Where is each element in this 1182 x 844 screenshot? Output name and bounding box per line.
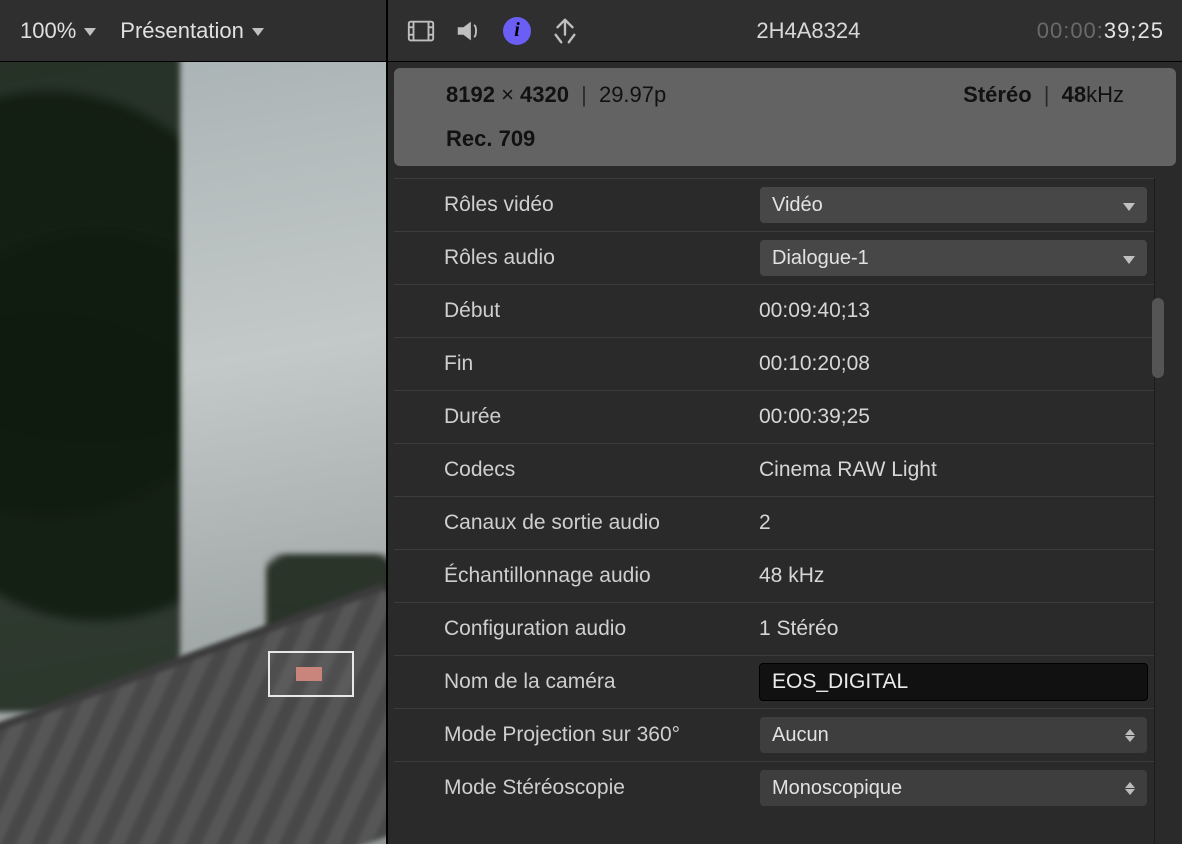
label-proj360: Mode Projection sur 360° (394, 723, 749, 747)
summary-res-h: 4320 (520, 82, 569, 107)
value-codecs: Cinema RAW Light (749, 458, 1154, 482)
value-stereo: Monoscopique (772, 777, 902, 800)
stepper-icon (1125, 782, 1135, 795)
value-start: 00:09:40;13 (749, 299, 1154, 323)
label-end: Fin (394, 352, 749, 376)
label-camera: Nom de la caméra (394, 670, 749, 694)
row-duration: Durée 00:00:39;25 (394, 390, 1154, 443)
format-summary-line1: 8192 × 4320 | 29.97p Stéréo | 48kHz (446, 82, 1124, 108)
app-root: 100% Présentation i (0, 0, 1182, 844)
label-codecs: Codecs (394, 458, 749, 482)
scrollbar-thumb[interactable] (1152, 298, 1164, 378)
value-camera: EOS_DIGITAL (772, 670, 908, 694)
summary-fps: 29.97p (599, 82, 666, 107)
summary-audio-layout: Stéréo (963, 82, 1031, 107)
info-icon: i (503, 17, 531, 45)
label-start: Début (394, 299, 749, 323)
clip-duration: 00:00:39;25 (1037, 18, 1164, 44)
value-audio-roles: Dialogue-1 (772, 247, 869, 270)
viewer-panel: 100% Présentation (0, 0, 388, 844)
label-video-roles: Rôles vidéo (394, 193, 749, 217)
presentation-label: Présentation (120, 18, 244, 44)
row-video-roles: Rôles vidéo Vidéo (394, 178, 1154, 231)
label-audio-cfg: Configuration audio (394, 617, 749, 641)
label-audio-out: Canaux de sortie audio (394, 511, 749, 535)
value-audio-cfg: 1 Stéréo (749, 617, 1154, 641)
row-sample-rate: Échantillonnage audio 48 kHz (394, 549, 1154, 602)
viewer-toolbar: 100% Présentation (0, 0, 386, 62)
clip-name: 2H4A8324 (598, 18, 1019, 44)
label-sample-rate: Échantillonnage audio (394, 564, 749, 588)
select-video-roles[interactable]: Vidéo (759, 186, 1148, 224)
scrollbar-track[interactable] (1154, 178, 1170, 844)
row-end: Fin 00:10:20;08 (394, 337, 1154, 390)
format-summary: 8192 × 4320 | 29.97p Stéréo | 48kHz Rec.… (394, 68, 1176, 166)
summary-colorspace: Rec. 709 (446, 126, 1124, 152)
stepper-icon (1125, 729, 1135, 742)
zoom-label: 100% (20, 18, 76, 44)
audio-tab-icon[interactable] (454, 16, 484, 46)
info-tab-icon[interactable]: i (502, 16, 532, 46)
summary-sample-rate: 48 (1062, 82, 1086, 107)
inspector-toolbar: i 2H4A8324 00:00:39;25 (388, 0, 1182, 62)
select-stereo[interactable]: Monoscopique (759, 769, 1148, 807)
zoom-dropdown[interactable]: 100% (20, 18, 96, 44)
value-duration: 00:00:39;25 (749, 405, 1154, 429)
share-tab-icon[interactable] (550, 16, 580, 46)
value-audio-out: 2 (749, 511, 1154, 535)
summary-sample-unit: kHz (1086, 82, 1124, 107)
row-start: Début 00:09:40;13 (394, 284, 1154, 337)
row-camera: Nom de la caméra EOS_DIGITAL (394, 655, 1154, 708)
input-camera-name[interactable]: EOS_DIGITAL (759, 663, 1148, 701)
chevron-down-icon (84, 28, 96, 36)
row-audio-cfg: Configuration audio 1 Stéréo (394, 602, 1154, 655)
summary-res-w: 8192 (446, 82, 495, 107)
row-audio-roles: Rôles audio Dialogue-1 (394, 231, 1154, 284)
presentation-dropdown[interactable]: Présentation (120, 18, 264, 44)
video-tab-icon[interactable] (406, 16, 436, 46)
label-duration: Durée (394, 405, 749, 429)
viewer-image-decor (0, 62, 180, 712)
row-stereo: Mode Stéréoscopie Monoscopique (394, 761, 1154, 814)
value-video-roles: Vidéo (772, 194, 823, 217)
chevron-down-icon (1123, 256, 1135, 264)
select-proj360[interactable]: Aucun (759, 716, 1148, 754)
viewer-navigator-overlay[interactable] (268, 651, 354, 697)
select-audio-roles[interactable]: Dialogue-1 (759, 239, 1148, 277)
viewer-canvas[interactable] (0, 62, 386, 844)
value-end: 00:10:20;08 (749, 352, 1154, 376)
clip-duration-sec: 39 (1104, 18, 1130, 43)
row-audio-out: Canaux de sortie audio 2 (394, 496, 1154, 549)
property-list: Rôles vidéo Vidéo Rôles audio Dialogue-1 (394, 178, 1174, 844)
chevron-down-icon (252, 28, 264, 36)
value-sample-rate: 48 kHz (749, 564, 1154, 588)
value-proj360: Aucun (772, 724, 829, 747)
chevron-down-icon (1123, 203, 1135, 211)
row-codecs: Codecs Cinema RAW Light (394, 443, 1154, 496)
label-stereo: Mode Stéréoscopie (394, 776, 749, 800)
label-audio-roles: Rôles audio (394, 246, 749, 270)
inspector-panel: i 2H4A8324 00:00:39;25 8192 × 4320 | 29.… (388, 0, 1182, 844)
clip-duration-frames: 25 (1138, 18, 1164, 43)
row-proj360: Mode Projection sur 360° Aucun (394, 708, 1154, 761)
clip-duration-dim: 00:00: (1037, 18, 1104, 43)
